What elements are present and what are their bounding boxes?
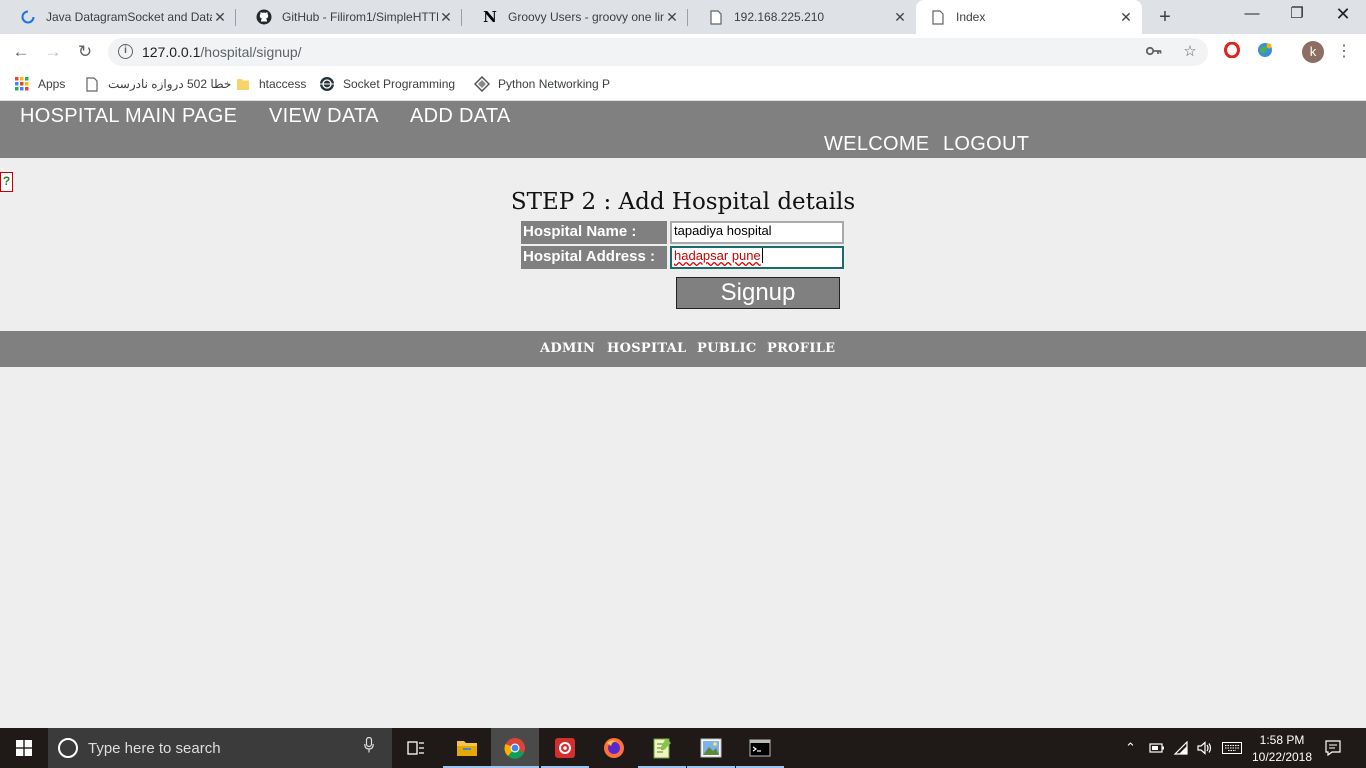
url-host: 127.0.0.1	[142, 44, 201, 60]
menu-kebab-icon[interactable]: ⋮	[1334, 42, 1354, 62]
browser-toolbar: ← → ↻ i 127.0.0.1/hospital/signup/ ☆ k ⋮	[0, 34, 1366, 70]
text-caret: ​	[761, 248, 763, 263]
tab-title: Java DatagramSocket and Data	[46, 10, 212, 24]
bookmark-socket-programming[interactable]: Socket Programming	[319, 76, 455, 92]
hospital-name-input[interactable]: tapadiya hospital	[670, 221, 844, 244]
nav-add-data[interactable]: ADD DATA	[410, 105, 511, 128]
bookmark-label: Python Networking P	[498, 77, 611, 91]
url-path: /hospital/signup/	[200, 44, 302, 60]
file-explorer-icon[interactable]	[443, 728, 491, 768]
bookmark-label: Apps	[38, 77, 66, 91]
wifi-icon[interactable]	[1173, 728, 1189, 768]
command-prompt-icon[interactable]	[736, 728, 784, 768]
browser-tab-strip: Java DatagramSocket and Data ✕ GitHub - …	[0, 0, 1366, 34]
bookmark-star-icon[interactable]: ☆	[1180, 42, 1200, 62]
action-center-icon[interactable]	[1325, 728, 1341, 768]
github-icon	[256, 9, 272, 25]
page-icon	[84, 76, 100, 92]
reload-icon[interactable]: ↻	[73, 40, 97, 64]
notepad-plus-icon[interactable]	[638, 728, 686, 768]
keyboard-icon[interactable]	[1222, 728, 1242, 768]
page-viewport: HOSPITAL MAIN PAGE VIEW DATA ADD DATA WE…	[0, 101, 1366, 728]
windows-taskbar: Type here to search ⌃ 1:58 PM 10/22/2018	[0, 728, 1366, 768]
firefox-icon[interactable]	[590, 728, 638, 768]
bookmark-label: خطا 502 دروازه نادرست	[108, 77, 232, 91]
folder-icon	[235, 76, 251, 92]
tab-title: Index	[956, 10, 986, 24]
forward-arrow-icon[interactable]: →	[41, 40, 65, 64]
diamond-icon	[474, 76, 490, 92]
url-text: 127.0.0.1/hospital/signup/	[142, 44, 302, 60]
tab-github[interactable]: GitHub - Filirom1/SimpleHTTP ✕	[236, 0, 462, 34]
globe-icon	[319, 76, 335, 92]
opera-extension-icon[interactable]	[1222, 41, 1242, 62]
nav-welcome[interactable]: WELCOME	[824, 133, 929, 156]
hospital-address-input[interactable]: hadapsar pune​	[670, 246, 844, 269]
tab-close-icon[interactable]: ✕	[1118, 9, 1134, 26]
window-close-icon[interactable]: ✕	[1320, 0, 1366, 30]
search-placeholder: Type here to search	[88, 740, 221, 757]
minimize-icon[interactable]: —	[1229, 0, 1275, 30]
tab-close-icon[interactable]: ✕	[438, 9, 454, 26]
footer-link-hospital[interactable]: HOSPITAL	[607, 341, 686, 356]
footer-link-public[interactable]: PUBLIC	[697, 341, 756, 356]
address-bar[interactable]: i 127.0.0.1/hospital/signup/ ☆	[108, 38, 1208, 66]
loading-spinner-icon	[20, 9, 36, 25]
bookmark-label: Socket Programming	[343, 77, 456, 91]
hospital-address-label: Hospital Address :	[521, 246, 667, 269]
nabble-n-icon: N	[483, 8, 497, 26]
apps-grid-icon	[14, 76, 30, 92]
tab-index[interactable]: Index ✕	[916, 0, 1142, 34]
chrome-icon[interactable]	[491, 728, 539, 768]
globe-extension-icon[interactable]	[1255, 42, 1275, 62]
tab-close-icon[interactable]: ✕	[892, 9, 908, 26]
windows-start-icon[interactable]	[0, 728, 48, 768]
nav-logout[interactable]: LOGOUT	[943, 133, 1029, 156]
bookmark-python-networking[interactable]: Python Networking P	[474, 76, 610, 92]
tab-title: 192.168.225.210	[734, 10, 825, 24]
bookmark-502-error[interactable]: خطا 502 دروازه نادرست	[84, 76, 231, 92]
tab-groovy-users[interactable]: N Groovy Users - groovy one line ✕	[462, 0, 688, 34]
bookmark-htaccess[interactable]: htaccess	[235, 76, 306, 92]
footer-link-profile[interactable]: PROFILE	[767, 341, 835, 356]
clock-time: 1:58 PM	[1259, 733, 1305, 747]
bookmark-label: htaccess	[259, 77, 307, 91]
page-icon	[708, 9, 724, 25]
tab-close-icon[interactable]: ✕	[212, 9, 228, 26]
nav-hospital-main-page[interactable]: HOSPITAL MAIN PAGE	[20, 105, 237, 128]
photos-icon[interactable]	[687, 728, 735, 768]
battery-icon[interactable]	[1149, 728, 1165, 768]
site-header-nav: HOSPITAL MAIN PAGE VIEW DATA ADD DATA WE…	[0, 101, 1366, 158]
site-footer-nav: ADMIN HOSPITAL PUBLIC PROFILE	[0, 331, 1366, 367]
profile-avatar[interactable]: k	[1302, 41, 1324, 63]
app-red-icon[interactable]	[541, 728, 589, 768]
tray-chevron-up-icon[interactable]: ⌃	[1125, 728, 1136, 768]
tab-title: Groovy Users - groovy one line	[508, 10, 664, 24]
restore-icon[interactable]: ❐	[1274, 0, 1320, 30]
hospital-address-value: hadapsar pune	[674, 248, 761, 263]
cortana-icon	[58, 738, 78, 758]
signup-button[interactable]: Signup	[676, 277, 840, 309]
key-icon[interactable]	[1144, 42, 1164, 62]
system-clock[interactable]: 1:58 PM 10/22/2018	[1244, 732, 1320, 766]
site-info-icon[interactable]: i	[118, 44, 133, 59]
bookmarks-bar: Apps خطا 502 دروازه نادرست htaccess Sock…	[0, 70, 1366, 101]
page-icon	[930, 9, 946, 25]
tab-title: GitHub - Filirom1/SimpleHTTP	[282, 10, 438, 24]
hospital-name-label: Hospital Name :	[521, 221, 667, 244]
tab-java-datagram[interactable]: Java DatagramSocket and Data ✕	[0, 0, 236, 34]
footer-link-admin[interactable]: ADMIN	[540, 341, 595, 356]
tab-ip-address[interactable]: 192.168.225.210 ✕	[688, 0, 916, 34]
taskbar-search-box[interactable]: Type here to search	[48, 728, 392, 768]
bookmark-apps[interactable]: Apps	[14, 76, 65, 92]
tab-close-icon[interactable]: ✕	[664, 9, 680, 26]
new-tab-plus-icon[interactable]: +	[1152, 4, 1178, 30]
form-title: STEP 2 : Add Hospital details	[510, 189, 856, 215]
back-arrow-icon[interactable]: ←	[9, 40, 33, 64]
volume-icon[interactable]	[1197, 728, 1213, 768]
nav-view-data[interactable]: VIEW DATA	[269, 105, 379, 128]
microphone-icon[interactable]	[364, 736, 374, 757]
task-view-icon[interactable]	[392, 728, 440, 768]
clock-date: 10/22/2018	[1251, 750, 1313, 764]
